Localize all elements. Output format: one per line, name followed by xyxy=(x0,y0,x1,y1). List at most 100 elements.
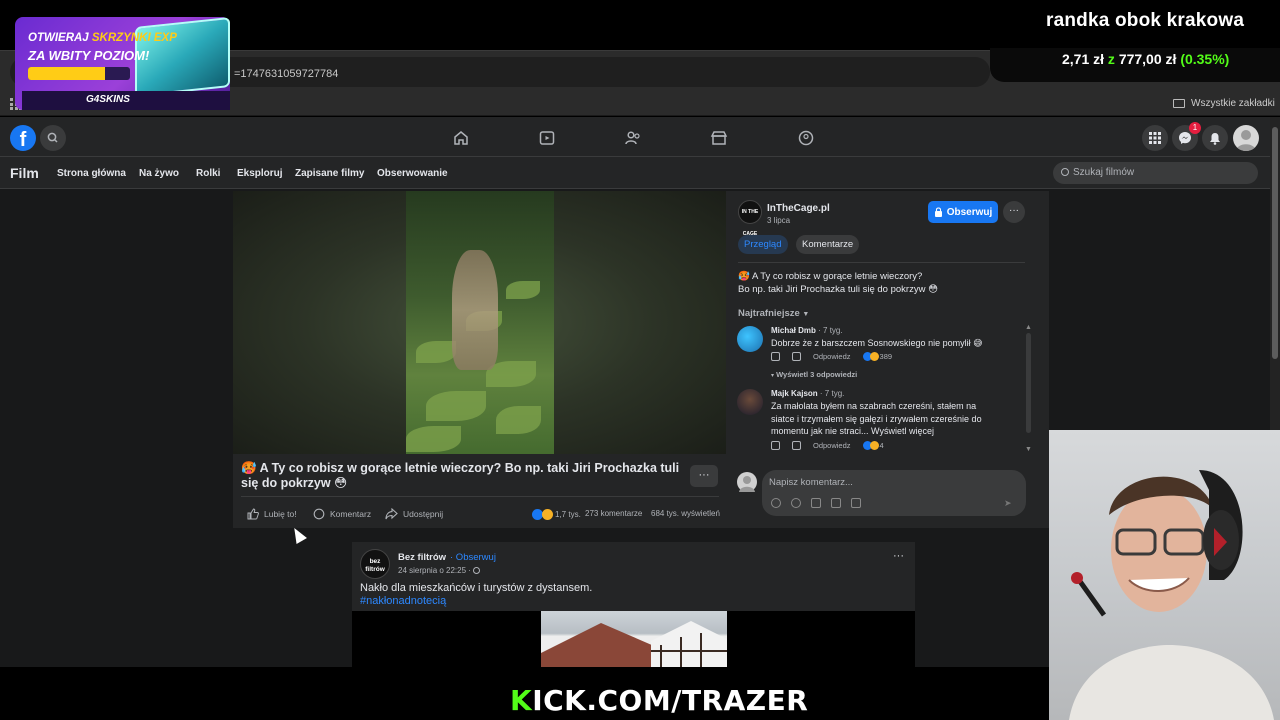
comment-reactions[interactable]: 389 xyxy=(862,352,892,361)
post-image[interactable] xyxy=(541,611,727,667)
page-name[interactable]: InTheCage.pl xyxy=(767,203,830,214)
post-more-button[interactable]: ··· xyxy=(893,550,904,562)
notification-badge: 1 xyxy=(1189,122,1201,134)
tab-overview[interactable]: Przegląd xyxy=(738,235,788,254)
chevron-down-icon: ▾ xyxy=(771,373,775,379)
sort-label: Najtrafniejsze xyxy=(738,308,800,319)
tab-comments[interactable]: Komentarze xyxy=(796,235,860,254)
post-more-button[interactable]: ··· xyxy=(690,465,718,487)
promo-brand: G4SKINS xyxy=(86,94,130,105)
comment-sort-dropdown[interactable]: Najtrafniejsze ▼ xyxy=(738,308,809,319)
all-bookmarks-button[interactable]: Wszystkie zakładki xyxy=(1173,98,1275,109)
reply-button[interactable]: Odpowiedz xyxy=(813,352,851,361)
apps-grid-icon[interactable] xyxy=(1142,125,1168,151)
post-date[interactable]: 24 sierpnia o 22:25 · xyxy=(398,566,481,575)
page-avatar[interactable]: IN THE CAGE xyxy=(738,200,762,237)
promo-subheadline: ZA WBITY POZIOM! xyxy=(28,48,150,63)
follow-link[interactable]: · Obserwuj xyxy=(450,552,496,563)
comment-author[interactable]: Michał Dmb · 7 tyg. xyxy=(771,326,843,335)
panel-more-button[interactable]: ··· xyxy=(1003,201,1025,223)
subnav-item-saved[interactable]: Zapisane filmy xyxy=(295,168,364,179)
follow-button[interactable]: Obserwuj xyxy=(928,201,998,223)
groups-icon[interactable] xyxy=(797,129,815,147)
bell-icon[interactable] xyxy=(1202,125,1228,151)
search-icon[interactable] xyxy=(40,125,66,151)
stream-title: randka obok krakowa xyxy=(1046,10,1245,31)
description-line: 🥵 A Ty co robisz w gorące letnie wieczor… xyxy=(738,271,923,282)
laugh-reaction-icon xyxy=(869,352,879,361)
view-replies-label: Wyświetl 3 odpowiedzi xyxy=(776,370,858,379)
like-icon[interactable] xyxy=(771,441,780,450)
comment-actions: Odpowiedz 389 xyxy=(771,352,892,361)
comment-text: Za małolata byłem na szabrach czereśni, … xyxy=(771,401,982,436)
donation-goal: 2,71 zł z 777,00 zł (0.35%) xyxy=(1062,51,1229,67)
avatar-sticker-icon[interactable] xyxy=(771,498,781,508)
share-icon xyxy=(385,508,398,520)
post-date-text: 24 sierpnia o 22:25 · xyxy=(398,566,474,575)
address-text[interactable]: =1747631059727784 xyxy=(234,68,338,80)
page-avatar[interactable]: bez filtrów xyxy=(360,549,390,579)
promo-progress-fill xyxy=(28,67,105,80)
sticker-icon[interactable] xyxy=(851,498,861,508)
share-label: Udostępnij xyxy=(403,509,444,519)
marketplace-icon[interactable] xyxy=(710,129,728,147)
share-button[interactable]: Udostępnij xyxy=(385,508,443,520)
scroll-up-icon[interactable]: ▲ xyxy=(1025,324,1032,331)
donation-current: 2,71 zł xyxy=(1062,51,1105,67)
dislike-icon[interactable] xyxy=(792,441,801,450)
screen: =1747631059727784 Wszystkie zakładki f 1… xyxy=(0,0,1280,720)
comment-count[interactable]: 273 komentarze xyxy=(585,509,642,518)
avatar[interactable] xyxy=(737,389,763,415)
scroll-down-icon[interactable]: ▼ xyxy=(1025,446,1032,453)
laugh-reaction-icon xyxy=(542,509,553,520)
divider xyxy=(738,262,1025,263)
donation-goal-amount: 777,00 zł xyxy=(1118,51,1177,67)
subnav-item-following[interactable]: Obserwowanie xyxy=(377,168,448,179)
comment-reactions[interactable]: 4 xyxy=(862,441,884,450)
profile-avatar[interactable] xyxy=(1233,125,1259,151)
subnav-item-live[interactable]: Na żywo xyxy=(139,168,179,179)
like-icon[interactable] xyxy=(771,352,780,361)
promo-headline-b: SKRZYNKI EXP xyxy=(91,32,177,44)
page-scroll-thumb[interactable] xyxy=(1272,127,1278,359)
facebook-logo-icon[interactable]: f xyxy=(10,125,36,151)
friends-icon[interactable] xyxy=(624,129,642,147)
subnav-item-home[interactable]: Strona główna xyxy=(57,168,126,179)
send-icon[interactable]: ➤ xyxy=(1004,498,1012,509)
video-person xyxy=(452,250,498,370)
comment-button[interactable]: Komentarz xyxy=(313,508,371,520)
hashtag-link[interactable]: #nakłonadnotecią xyxy=(360,595,446,607)
reaction-count: 4 xyxy=(879,441,884,450)
view-count: 684 tys. wyświetleń xyxy=(651,509,720,518)
camera-icon[interactable] xyxy=(811,498,821,508)
reaction-summary[interactable]: 1,7 tys. xyxy=(532,509,581,520)
post-description: 🥵 A Ty co robisz w gorące letnie wieczor… xyxy=(738,270,1028,296)
gif-icon[interactable] xyxy=(831,498,841,508)
home-icon[interactable] xyxy=(452,129,470,147)
video-search-input[interactable]: Szukaj filmów xyxy=(1053,162,1258,184)
like-label: Lubię to! xyxy=(264,509,297,519)
my-avatar xyxy=(737,472,757,492)
avatar[interactable] xyxy=(737,326,763,352)
comment-input[interactable]: Napisz komentarz... xyxy=(769,477,853,488)
promo-progress-bar xyxy=(28,67,130,80)
subnav-item-explore[interactable]: Eksploruj xyxy=(237,168,283,179)
dislike-icon[interactable] xyxy=(792,352,801,361)
view-replies-button[interactable]: ▾ Wyświetl 3 odpowiedzi xyxy=(771,370,857,379)
video-icon[interactable] xyxy=(538,129,556,147)
comment-time: · 7 tyg. xyxy=(819,389,845,398)
page-name[interactable]: Bez filtrów xyxy=(398,552,446,563)
reply-button[interactable]: Odpowiedz xyxy=(813,441,851,450)
emoji-icon[interactable] xyxy=(791,498,801,508)
comments-scrollbar[interactable] xyxy=(1026,333,1031,433)
subnav-item-reels[interactable]: Rolki xyxy=(196,168,220,179)
like-button[interactable]: Lubię to! xyxy=(247,508,297,520)
film-title: Film xyxy=(10,165,39,181)
search-icon xyxy=(1061,168,1069,176)
folder-icon xyxy=(1173,99,1185,108)
comment-author[interactable]: Majk Kajson · 7 tyg. xyxy=(771,389,844,398)
kick-url-text: ICK.COM/TRAZER xyxy=(532,684,809,717)
reaction-count: 1,7 tys. xyxy=(555,510,581,519)
post-date[interactable]: 3 lipca xyxy=(767,216,790,225)
post-text: Nakło dla mieszkańców i turystów z dysta… xyxy=(360,582,593,594)
